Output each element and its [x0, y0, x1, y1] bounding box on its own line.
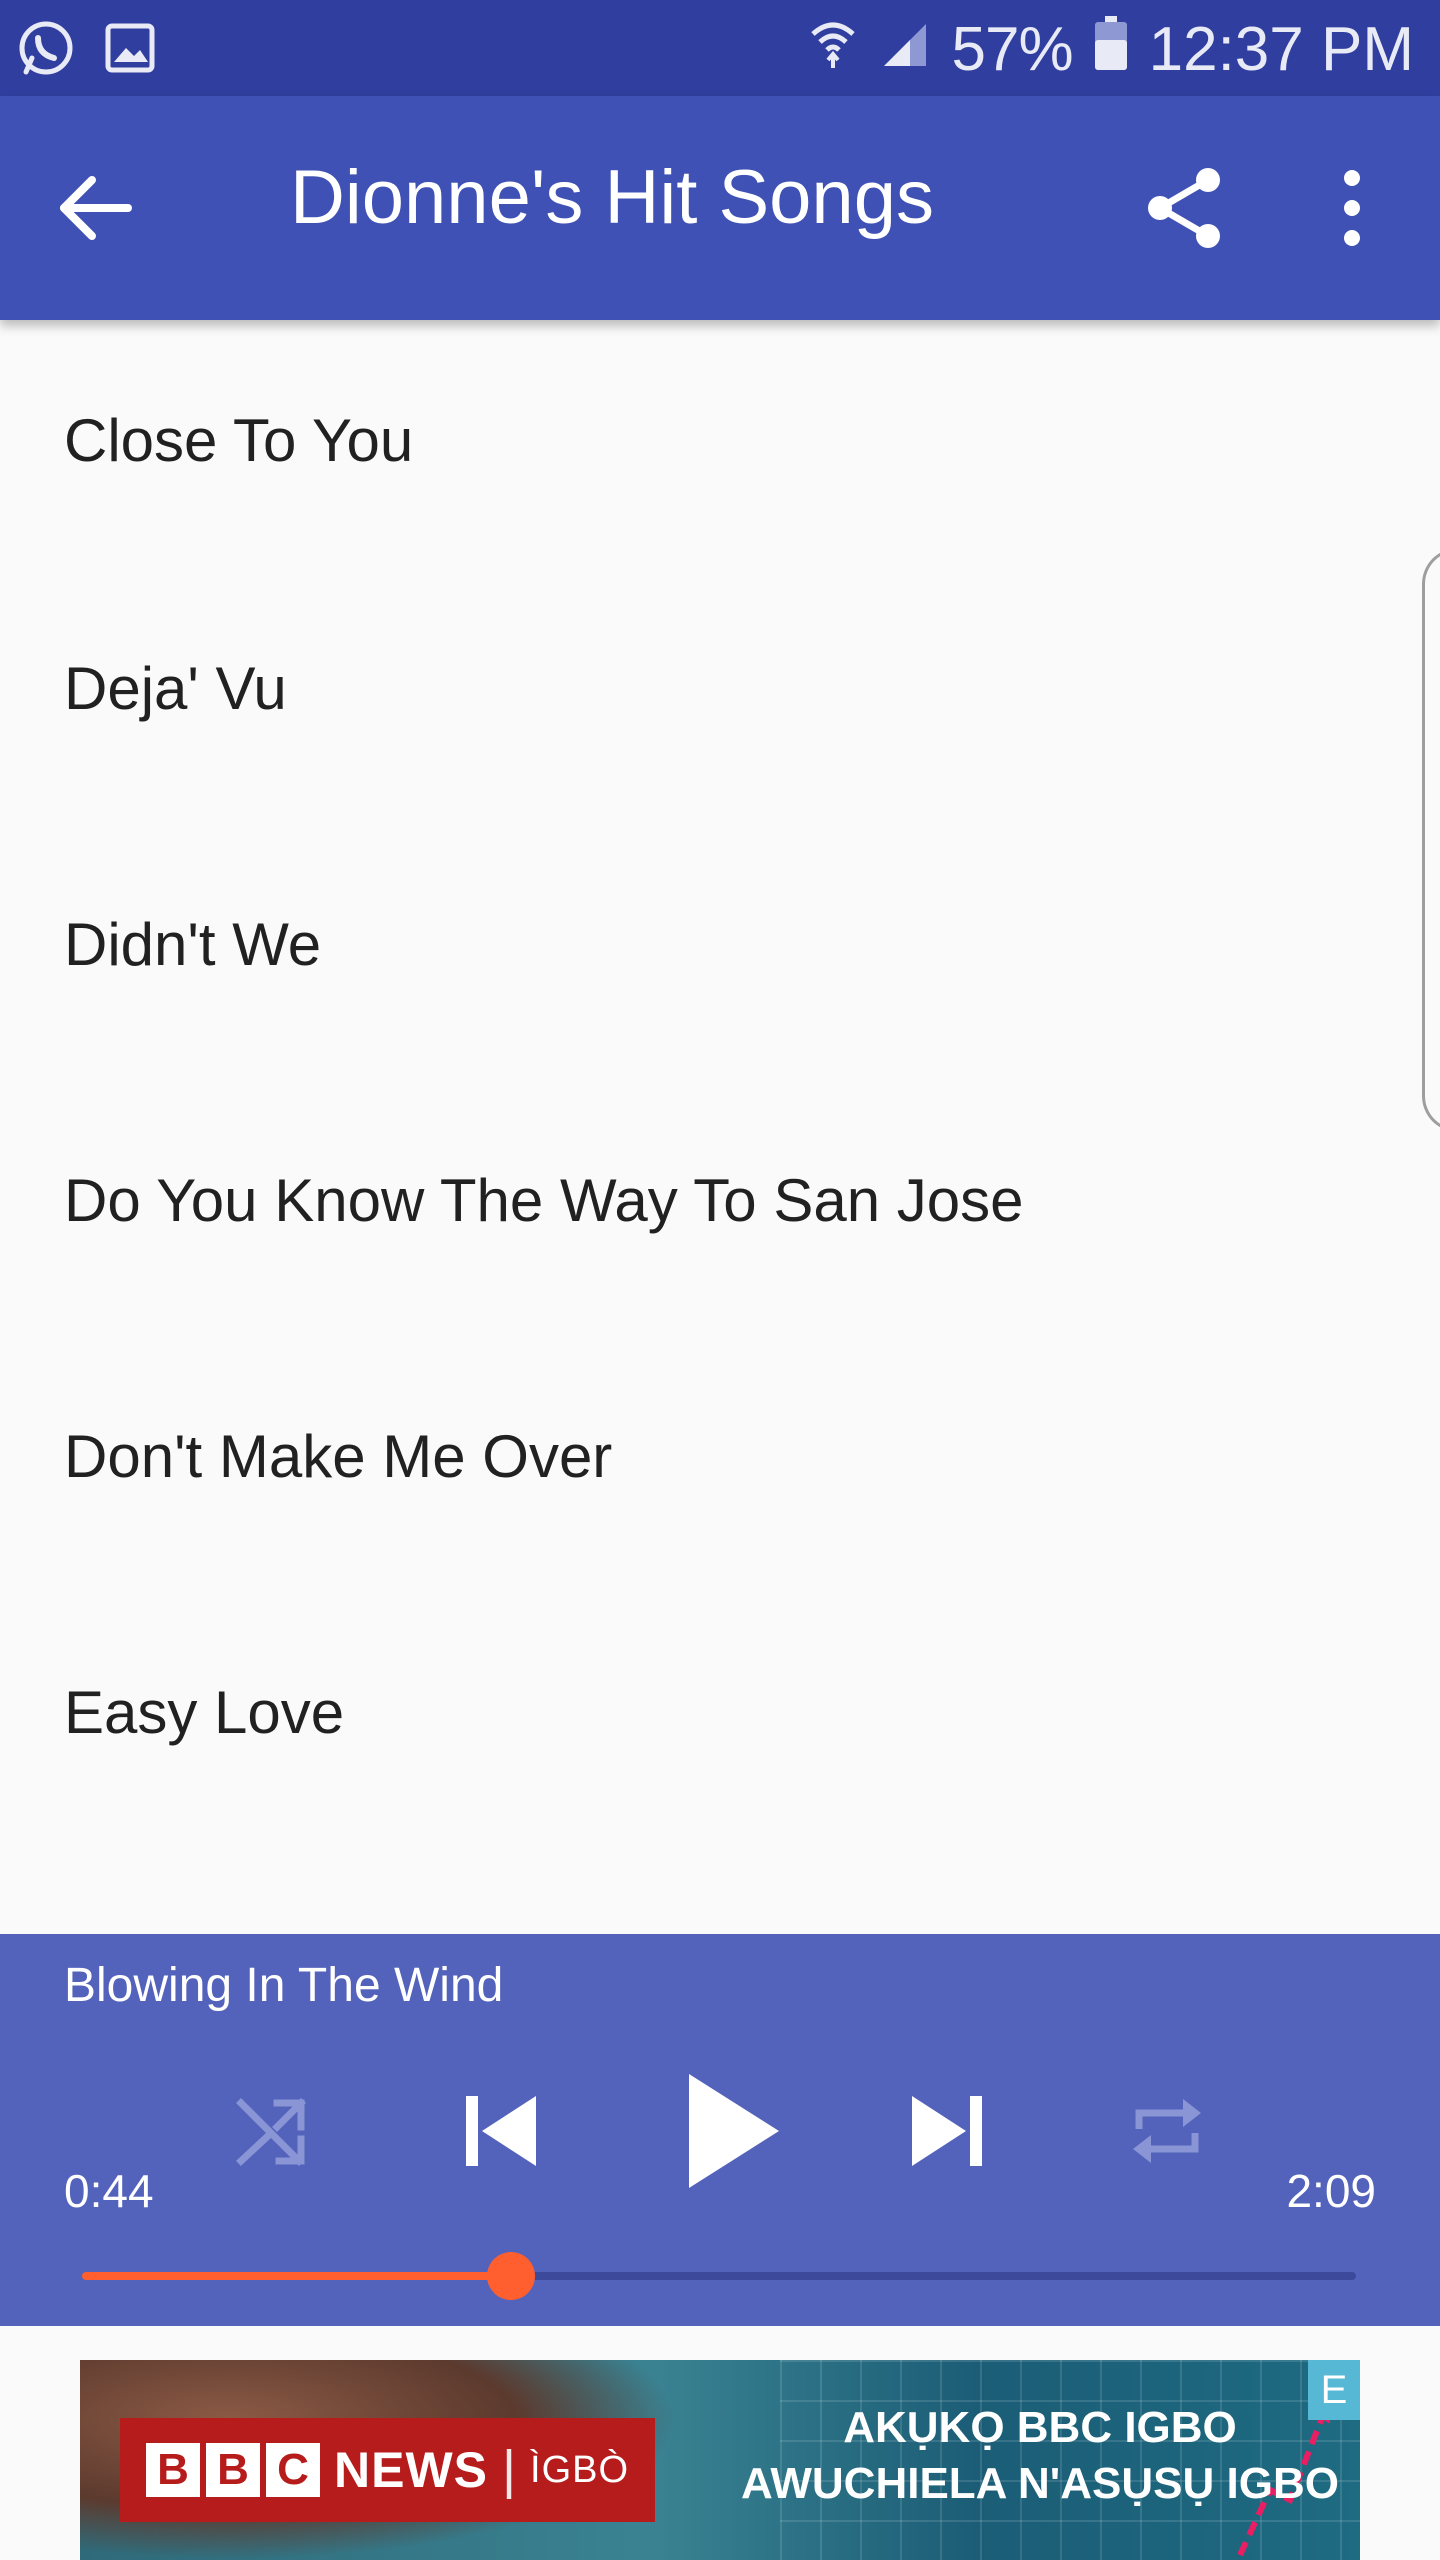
bbc-blocks: B B C	[146, 2443, 320, 2497]
seek-bar[interactable]	[82, 2252, 1356, 2300]
status-time: 12:37 PM	[1148, 15, 1414, 84]
next-button[interactable]	[892, 2078, 1002, 2188]
song-item[interactable]: Easy Love	[0, 1584, 1440, 1840]
ad-tagline-line1: AKỤKỌ BBC IGBO	[843, 2403, 1237, 2452]
bbc-letter: B	[206, 2443, 260, 2497]
skip-previous-icon	[456, 2086, 546, 2181]
song-item[interactable]: Deja' Vu	[0, 560, 1440, 816]
song-item[interactable]: Don't Make Me Over	[0, 1328, 1440, 1584]
bbc-letter: B	[146, 2443, 200, 2497]
shuffle-button[interactable]	[228, 2088, 318, 2178]
song-item[interactable]: Close To You	[0, 320, 1440, 560]
ad-tagline: AKỤKỌ BBC IGBO AWUCHIELA N'ASỤSỤ IGBO	[740, 2400, 1340, 2512]
share-button[interactable]	[1140, 162, 1232, 254]
ad-language-label: ÌGBÒ	[530, 2448, 630, 2491]
ad-news-label: NEWS	[334, 2442, 488, 2498]
ad-tagline-line2: AWUCHIELA N'ASỤSỤ IGBO	[741, 2459, 1339, 2508]
song-list: Close To You Deja' Vu Didn't We Do You K…	[0, 320, 1440, 1934]
seek-progress	[82, 2272, 512, 2280]
whatsapp-icon	[16, 18, 76, 83]
bbc-letter: C	[266, 2443, 320, 2497]
battery-icon	[1094, 14, 1127, 85]
share-icon	[1140, 168, 1232, 258]
elapsed-time: 0:44	[64, 2165, 154, 2217]
status-bar: 57% 12:37 PM	[0, 0, 1440, 96]
music-player: Blowing In The Wind 0:44 2:09	[0, 1934, 1440, 2326]
signal-icon	[880, 14, 930, 85]
seek-thumb[interactable]	[487, 2252, 536, 2300]
ad-separator: |	[502, 2440, 517, 2500]
repeat-icon	[1127, 2091, 1207, 2176]
edge-panel-handle[interactable]	[1422, 548, 1440, 1132]
total-time: 2:09	[1286, 2165, 1376, 2217]
status-left-icons	[16, 18, 156, 83]
bbc-news-igbo-logo: B B C NEWS | ÌGBÒ	[120, 2418, 656, 2522]
page-title: Dionne's Hit Songs	[290, 155, 934, 240]
previous-button[interactable]	[446, 2078, 556, 2188]
song-item[interactable]: Do You Know The Way To San Jose	[0, 1072, 1440, 1328]
play-button[interactable]	[660, 2058, 800, 2208]
wifi-icon	[808, 14, 858, 85]
repeat-button[interactable]	[1122, 2088, 1212, 2178]
more-options-button[interactable]	[1306, 162, 1398, 254]
more-vert-icon	[1306, 170, 1398, 258]
now-playing-title: Blowing In The Wind	[64, 1959, 504, 2012]
status-right: 57% 12:37 PM	[808, 14, 1414, 85]
gallery-icon	[104, 22, 156, 79]
ad-banner[interactable]: B B C NEWS | ÌGBÒ AKỤKỌ BBC IGBO AWUCHIE…	[80, 2360, 1360, 2560]
battery-percent: 57%	[951, 15, 1074, 84]
back-button[interactable]	[50, 162, 142, 254]
play-icon	[675, 2068, 785, 2199]
ad-area: B B C NEWS | ÌGBÒ AKỤKỌ BBC IGBO AWUCHIE…	[0, 2326, 1440, 2560]
app-bar: Dionne's Hit Songs	[0, 96, 1440, 320]
arrow-back-icon	[50, 176, 142, 258]
song-item[interactable]: Didn't We	[0, 816, 1440, 1072]
skip-next-icon	[902, 2086, 992, 2181]
screen: 57% 12:37 PM Dionne's Hit Songs Close To…	[0, 0, 1440, 2560]
shuffle-icon	[233, 2091, 313, 2176]
ad-choices-badge[interactable]: E	[1308, 2360, 1360, 2420]
